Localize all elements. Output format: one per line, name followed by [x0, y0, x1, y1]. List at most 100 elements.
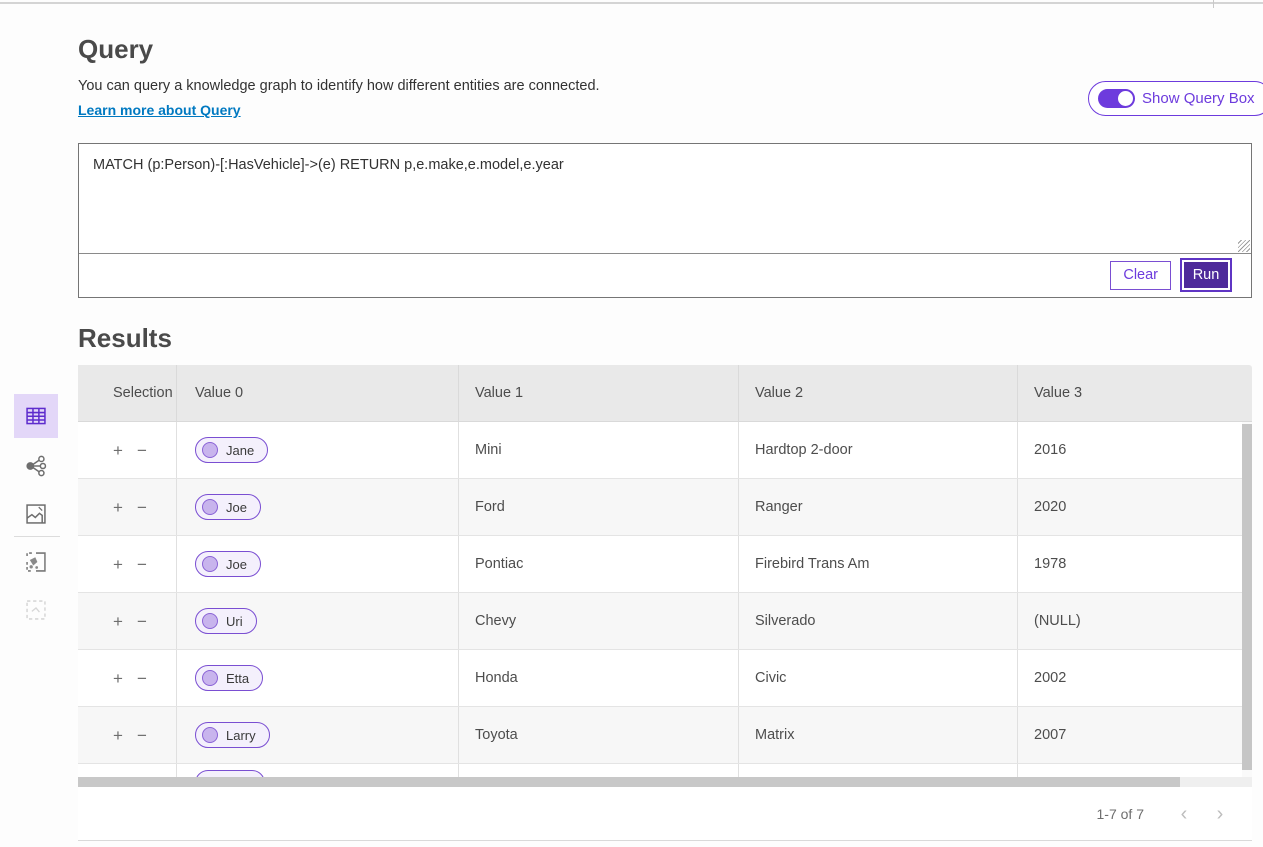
table-row: + − Joe Pontiac Firebird Trans Am 1978: [78, 536, 1252, 593]
remove-from-selection-button[interactable]: −: [137, 499, 147, 516]
pagination-bar: 1-7 of 7 ‹ ›: [78, 787, 1252, 841]
entity-cell: [177, 764, 459, 777]
column-header-value3[interactable]: Value 3: [1018, 365, 1252, 421]
query-actions-bar: Clear Run: [79, 253, 1251, 297]
add-to-selection-button[interactable]: +: [113, 499, 123, 516]
add-to-selection-button[interactable]: +: [113, 556, 123, 573]
link-chart-view-button[interactable]: [14, 444, 58, 488]
model-cell: [739, 764, 1018, 777]
entity-dot-icon: [202, 613, 218, 629]
remove-from-selection-button[interactable]: −: [137, 727, 147, 744]
entity-cell: Uri: [177, 593, 459, 649]
year-cell: 2002: [1018, 650, 1252, 706]
vertical-scrollbar-thumb[interactable]: [1242, 424, 1252, 770]
entity-cell: Larry: [177, 707, 459, 763]
entity-chip[interactable]: Joe: [195, 551, 261, 577]
remove-from-selection-button[interactable]: −: [137, 442, 147, 459]
results-table: Selection Value 0 Value 1 Value 2 Value …: [78, 365, 1252, 777]
entity-cell: Joe: [177, 536, 459, 592]
column-header-value0[interactable]: Value 0: [177, 365, 459, 421]
table-row: + − Joe Ford Ranger 2020: [78, 479, 1252, 536]
table-row: + − Etta Honda Civic 2002: [78, 650, 1252, 707]
clear-button[interactable]: Clear: [1110, 261, 1171, 290]
year-cell: 2007: [1018, 707, 1252, 763]
pagination-range-label: 1-7 of 7: [1097, 806, 1144, 822]
show-query-box-toggle[interactable]: Show Query Box: [1088, 81, 1263, 116]
remove-from-selection-button[interactable]: −: [137, 556, 147, 573]
map-view-icon: [25, 503, 47, 525]
entity-dot-icon: [202, 670, 218, 686]
entity-name: Joe: [226, 500, 247, 515]
entity-chip[interactable]: Uri: [195, 608, 257, 634]
table-row: + − Larry Toyota Matrix 2007: [78, 707, 1252, 764]
run-button[interactable]: Run: [1180, 258, 1232, 292]
toggle-label: Show Query Box: [1142, 90, 1255, 107]
entity-dot-icon: [202, 442, 218, 458]
top-divider: [0, 2, 1263, 4]
remove-from-selection-button[interactable]: −: [137, 670, 147, 687]
horizontal-scrollbar[interactable]: [78, 777, 1252, 787]
next-page-button[interactable]: ›: [1202, 796, 1238, 832]
add-to-selection-button[interactable]: +: [113, 670, 123, 687]
top-right-tick: [1213, 0, 1214, 8]
entity-name: Jane: [226, 443, 254, 458]
make-cell: Mini: [459, 422, 739, 478]
results-title: Results: [78, 323, 172, 354]
make-cell: Honda: [459, 650, 739, 706]
remove-from-selection-button[interactable]: −: [137, 613, 147, 630]
entity-chip[interactable]: [195, 770, 265, 777]
selection-cell: + −: [78, 479, 177, 535]
link-chart-view-icon: [24, 454, 48, 478]
model-cell: Firebird Trans Am: [739, 536, 1018, 592]
entity-dot-icon: [202, 727, 218, 743]
selection-cell: + −: [78, 422, 177, 478]
make-cell: Toyota: [459, 707, 739, 763]
page-title: Query: [78, 34, 153, 65]
selection-cell: + −: [78, 536, 177, 592]
entity-cell: Jane: [177, 422, 459, 478]
table-view-button[interactable]: [14, 394, 58, 438]
map-view-button[interactable]: [14, 492, 58, 536]
model-cell: Civic: [739, 650, 1018, 706]
toggle-switch-icon[interactable]: [1098, 89, 1135, 108]
add-selection-disabled-icon: [25, 599, 47, 621]
selection-cell: + −: [78, 593, 177, 649]
table-row: + − Uri Chevy Silverado (NULL): [78, 593, 1252, 650]
selection-cell: [78, 764, 177, 777]
column-header-selection[interactable]: Selection: [78, 365, 177, 421]
column-header-value1[interactable]: Value 1: [459, 365, 739, 421]
entity-cell: Joe: [177, 479, 459, 535]
query-description: You can query a knowledge graph to ident…: [78, 78, 600, 94]
horizontal-scrollbar-thumb[interactable]: [78, 777, 1180, 787]
entity-chip[interactable]: Larry: [195, 722, 270, 748]
learn-more-link[interactable]: Learn more about Query: [78, 102, 241, 118]
model-cell: Ranger: [739, 479, 1018, 535]
previous-page-button[interactable]: ‹: [1166, 796, 1202, 832]
make-cell: Chevy: [459, 593, 739, 649]
add-to-selection-button[interactable]: +: [113, 442, 123, 459]
add-selection-to-map-icon: [25, 551, 47, 573]
entity-dot-icon: [202, 499, 218, 515]
entity-name: Joe: [226, 557, 247, 572]
table-row: + − Jane Mini Hardtop 2-door 2016: [78, 422, 1252, 479]
table-view-icon: [25, 405, 47, 427]
query-page: Query You can query a knowledge graph to…: [0, 0, 1263, 847]
query-text: MATCH (p:Person)-[:HasVehicle]->(e) RETU…: [93, 157, 564, 173]
entity-chip[interactable]: Etta: [195, 665, 263, 691]
resize-grip[interactable]: [1238, 240, 1250, 252]
make-cell: [459, 764, 739, 777]
year-cell: [1018, 764, 1252, 777]
make-cell: Ford: [459, 479, 739, 535]
entity-cell: Etta: [177, 650, 459, 706]
add-selection-disabled-button: [14, 588, 58, 632]
selection-cell: + −: [78, 650, 177, 706]
vertical-scrollbar[interactable]: [1242, 422, 1252, 777]
toggle-knob: [1118, 91, 1133, 106]
query-input[interactable]: MATCH (p:Person)-[:HasVehicle]->(e) RETU…: [79, 144, 1251, 254]
add-selection-to-map-button[interactable]: [14, 540, 58, 584]
add-to-selection-button[interactable]: +: [113, 727, 123, 744]
column-header-value2[interactable]: Value 2: [739, 365, 1018, 421]
add-to-selection-button[interactable]: +: [113, 613, 123, 630]
entity-chip[interactable]: Jane: [195, 437, 268, 463]
entity-chip[interactable]: Joe: [195, 494, 261, 520]
